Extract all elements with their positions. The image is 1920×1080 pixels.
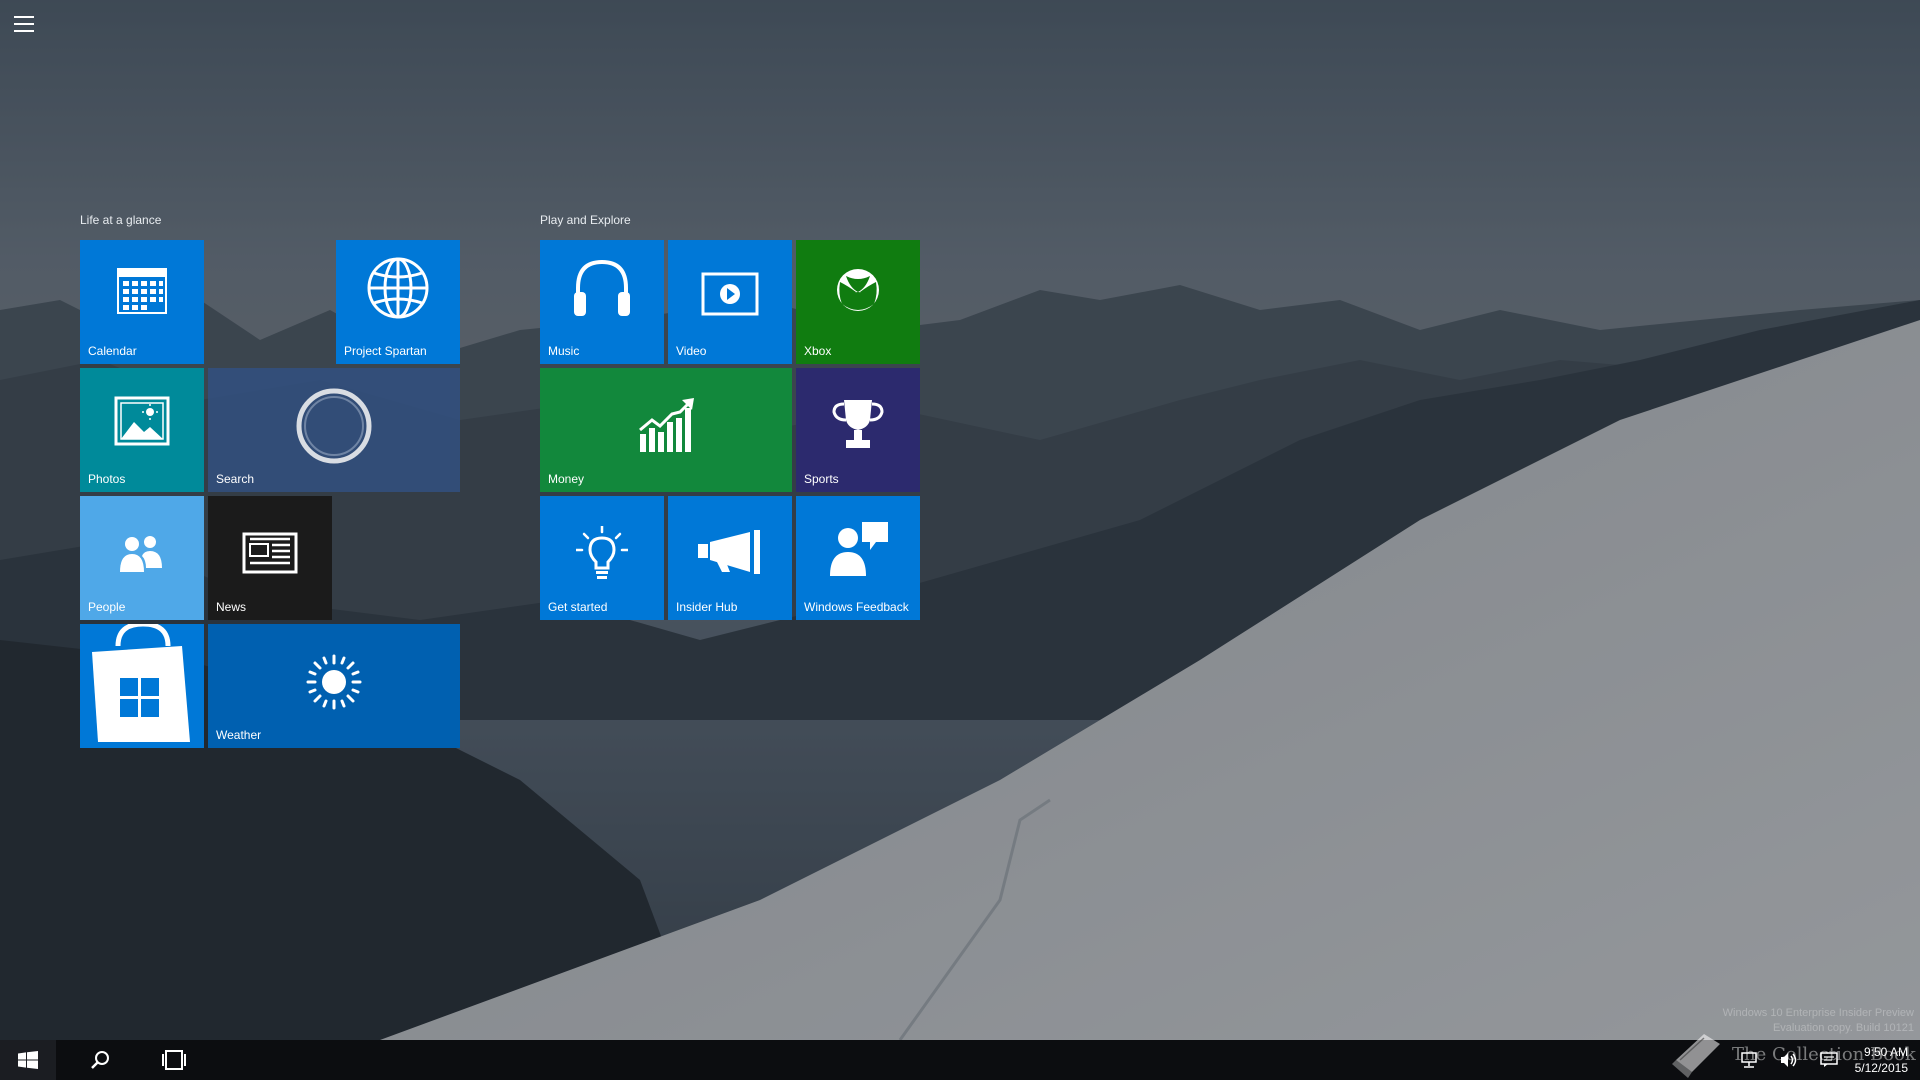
megaphone-icon [698,530,760,574]
sun-icon [306,654,362,710]
tile-label-search: Search [216,472,255,486]
tile-music[interactable]: Music [540,240,664,364]
store-bag-icon [92,624,190,742]
tile-calendar[interactable]: Calendar [80,240,204,364]
start-button[interactable] [0,1040,56,1080]
tile-windows-feedback[interactable]: Windows Feedback [796,496,920,620]
watermark-line-1: Windows 10 Enterprise Insider Preview [1722,1007,1914,1019]
video-play-icon [701,272,759,316]
tile-project-spartan[interactable]: Project Spartan [336,240,460,364]
watermark-line-2: Evaluation copy. Build 10121 [1772,1022,1914,1034]
tile-label-people: People [88,600,126,614]
xbox-icon [837,269,879,311]
tile-people[interactable]: People [80,496,204,620]
tile-label-project-spartan: Project Spartan [344,344,427,358]
tile-label-get-started: Get started [548,600,608,614]
tile-label-sports: Sports [804,472,839,486]
tile-sports[interactable]: Sports [796,368,920,492]
tile-store[interactable] [80,624,204,748]
tile-label-xbox: Xbox [804,344,832,358]
cortana-circle-icon [296,388,372,464]
calendar-icon [117,268,167,314]
tile-label-insider-hub: Insider Hub [676,600,738,614]
trophy-icon [832,400,884,448]
group-title-life-at-a-glance: Life at a glance [80,213,162,227]
windows-evaluation-watermark: Windows 10 Enterprise Insider Preview Ev… [1723,1006,1914,1036]
photo-icon [114,396,170,446]
lightbulb-icon [576,526,628,579]
task-view-button[interactable] [144,1040,200,1080]
windows-logo-icon [18,1051,38,1069]
tile-get-started[interactable]: Get started [540,496,664,620]
tile-label-windows-feedback: Windows Feedback [804,600,909,614]
tile-label-weather: Weather [216,728,262,742]
task-view-icon [162,1050,186,1070]
hamburger-menu-button[interactable] [14,16,34,32]
feedback-person-icon [830,522,888,576]
tile-money[interactable]: Money [540,368,792,492]
tile-label-music: Music [548,344,580,358]
chart-up-icon [639,398,694,452]
tile-search[interactable]: Search [208,368,460,492]
tile-video[interactable]: Video [668,240,792,364]
tile-label-money: Money [548,472,585,486]
group-title-play-and-explore: Play and Explore [540,213,631,227]
taskbar-search-button[interactable] [72,1040,128,1080]
headphones-icon [574,259,630,316]
search-icon [91,1051,109,1069]
tile-weather[interactable]: Weather [208,624,460,748]
tile-photos[interactable]: Photos [80,368,204,492]
newspaper-icon [242,532,298,574]
tile-label-photos: Photos [88,472,126,486]
tile-label-calendar: Calendar [88,344,137,358]
people-icon [120,536,162,572]
taskbar: 9:50 AM 5/12/2015 [0,1040,1920,1080]
tile-label-news: News [216,600,247,614]
tile-xbox[interactable]: Xbox [796,240,920,364]
tile-insider-hub[interactable]: Insider Hub [668,496,792,620]
book-logo-icon [1672,1034,1720,1078]
tile-label-video: Video [676,344,707,358]
globe-icon [367,257,429,319]
tile-news[interactable]: News [208,496,332,620]
collection-brand-text: The Collection Book [1732,1044,1916,1065]
